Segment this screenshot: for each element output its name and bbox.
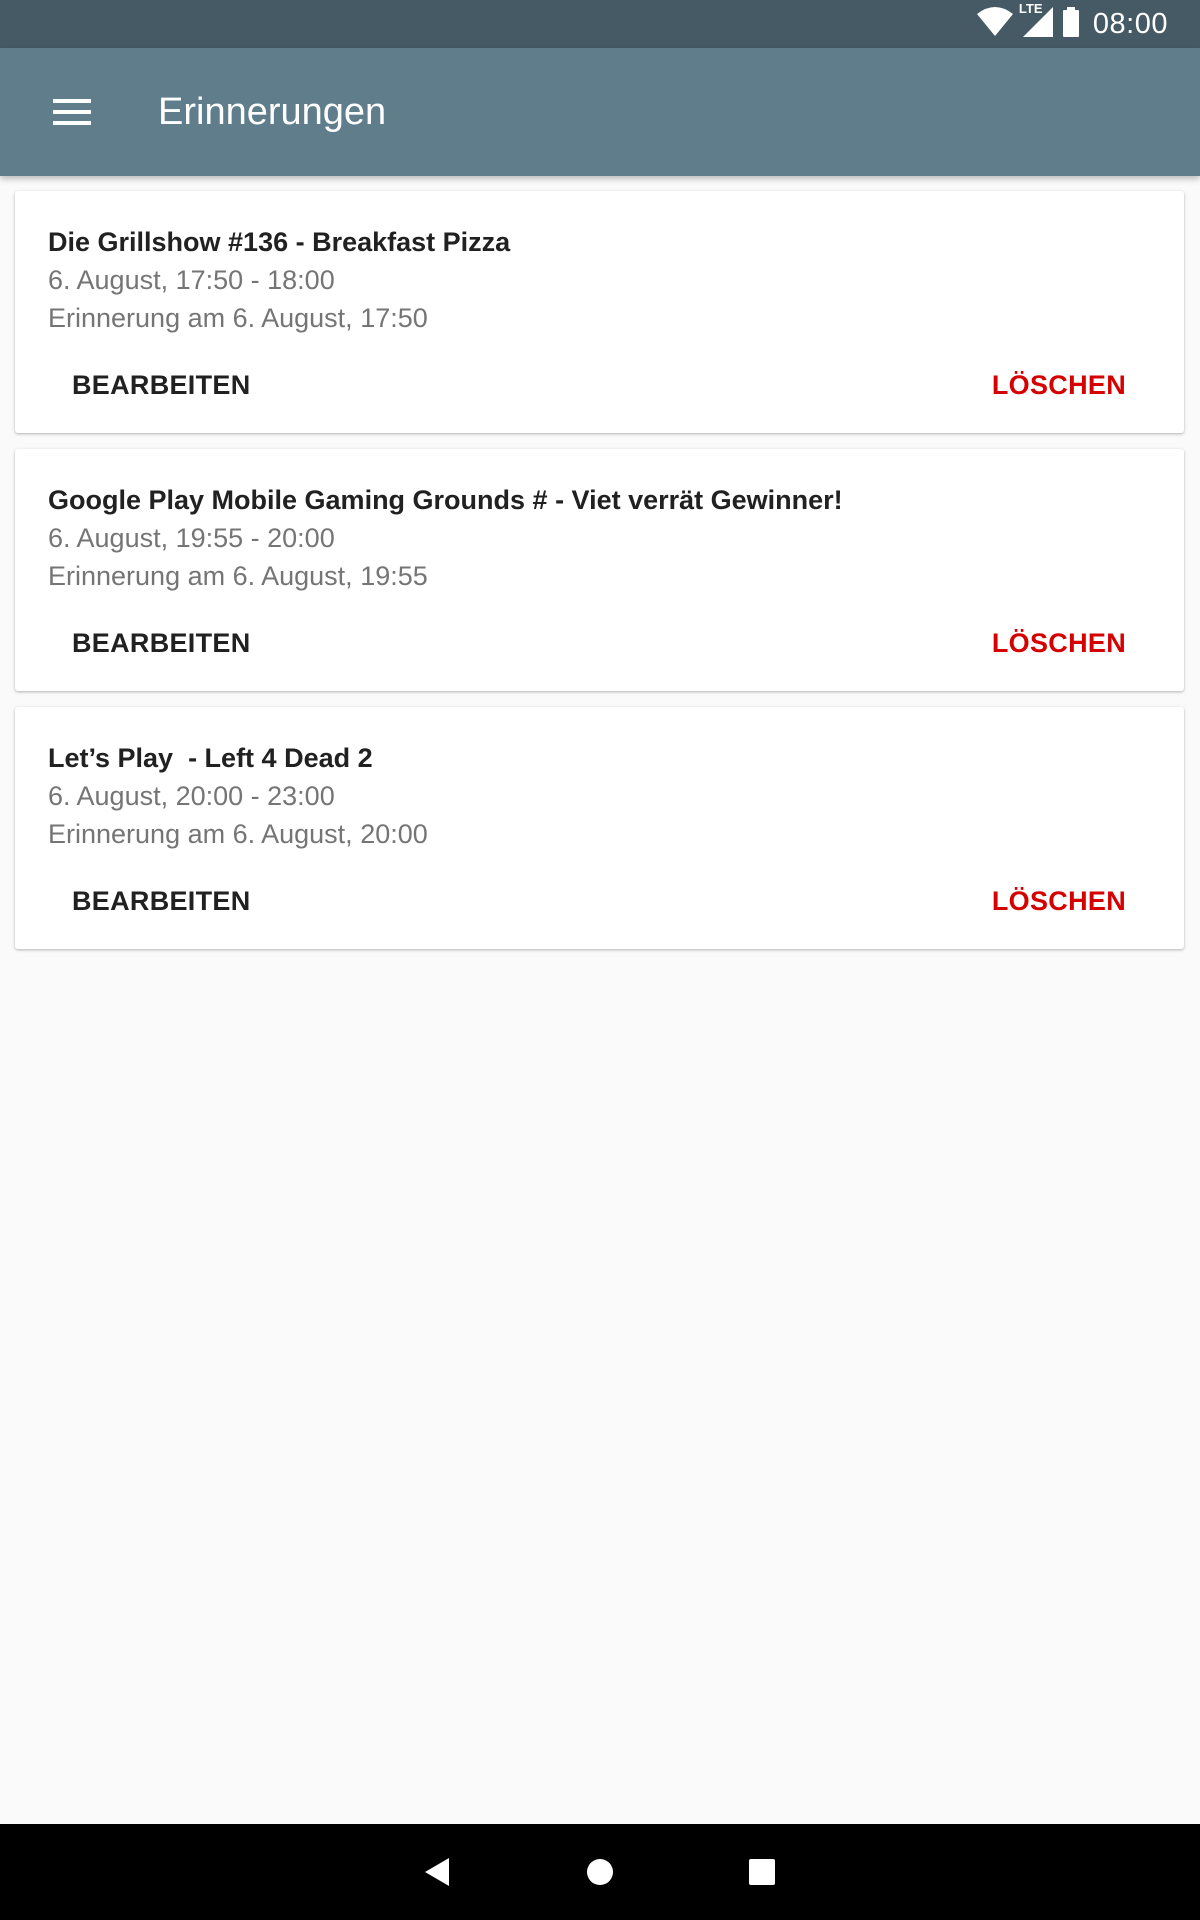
reminder-list: Die Grillshow #136 - Breakfast Pizza 6. … <box>15 191 1184 965</box>
battery-icon <box>1062 6 1079 42</box>
hamburger-menu-icon[interactable] <box>36 76 108 148</box>
delete-button[interactable]: LÖSCHEN <box>992 875 1126 927</box>
reminder-title: Google Play Mobile Gaming Grounds # - Vi… <box>48 485 843 515</box>
recents-icon[interactable] <box>714 1824 810 1920</box>
status-time: 08:00 <box>1092 7 1168 40</box>
network-type-label: LTE <box>1018 0 1043 16</box>
delete-button[interactable]: LÖSCHEN <box>992 359 1126 411</box>
delete-button[interactable]: LÖSCHEN <box>992 617 1126 669</box>
reminder-card: Die Grillshow #136 - Breakfast Pizza 6. … <box>15 191 1184 433</box>
edit-button[interactable]: BEARBEITEN <box>72 617 251 669</box>
signal-icon: LTE <box>1019 1 1053 42</box>
back-icon[interactable] <box>390 1824 486 1920</box>
navigation-bar <box>0 1824 1200 1920</box>
page-title: Erinnerungen <box>158 90 387 133</box>
reminder-card: Let’s Play - Left 4 Dead 2 6. August, 20… <box>15 707 1184 949</box>
home-icon[interactable] <box>552 1824 648 1920</box>
edit-button[interactable]: BEARBEITEN <box>72 875 251 927</box>
reminder-time: 6. August, 17:50 - 18:00 <box>48 265 335 295</box>
reminder-alert-time: Erinnerung am 6. August, 19:55 <box>48 561 428 591</box>
reminder-title: Die Grillshow #136 - Breakfast Pizza <box>48 227 511 257</box>
status-bar: LTE 08:00 <box>0 0 1200 48</box>
reminder-time: 6. August, 19:55 - 20:00 <box>48 523 335 553</box>
reminder-title: Let’s Play - Left 4 Dead 2 <box>48 743 373 773</box>
wifi-icon <box>976 6 1013 42</box>
edit-button[interactable]: BEARBEITEN <box>72 359 251 411</box>
reminder-time: 6. August, 20:00 - 23:00 <box>48 781 335 811</box>
reminder-card: Google Play Mobile Gaming Grounds # - Vi… <box>15 449 1184 691</box>
reminder-alert-time: Erinnerung am 6. August, 17:50 <box>48 303 428 333</box>
reminder-alert-time: Erinnerung am 6. August, 20:00 <box>48 819 428 849</box>
app-bar: Erinnerungen <box>0 48 1200 176</box>
